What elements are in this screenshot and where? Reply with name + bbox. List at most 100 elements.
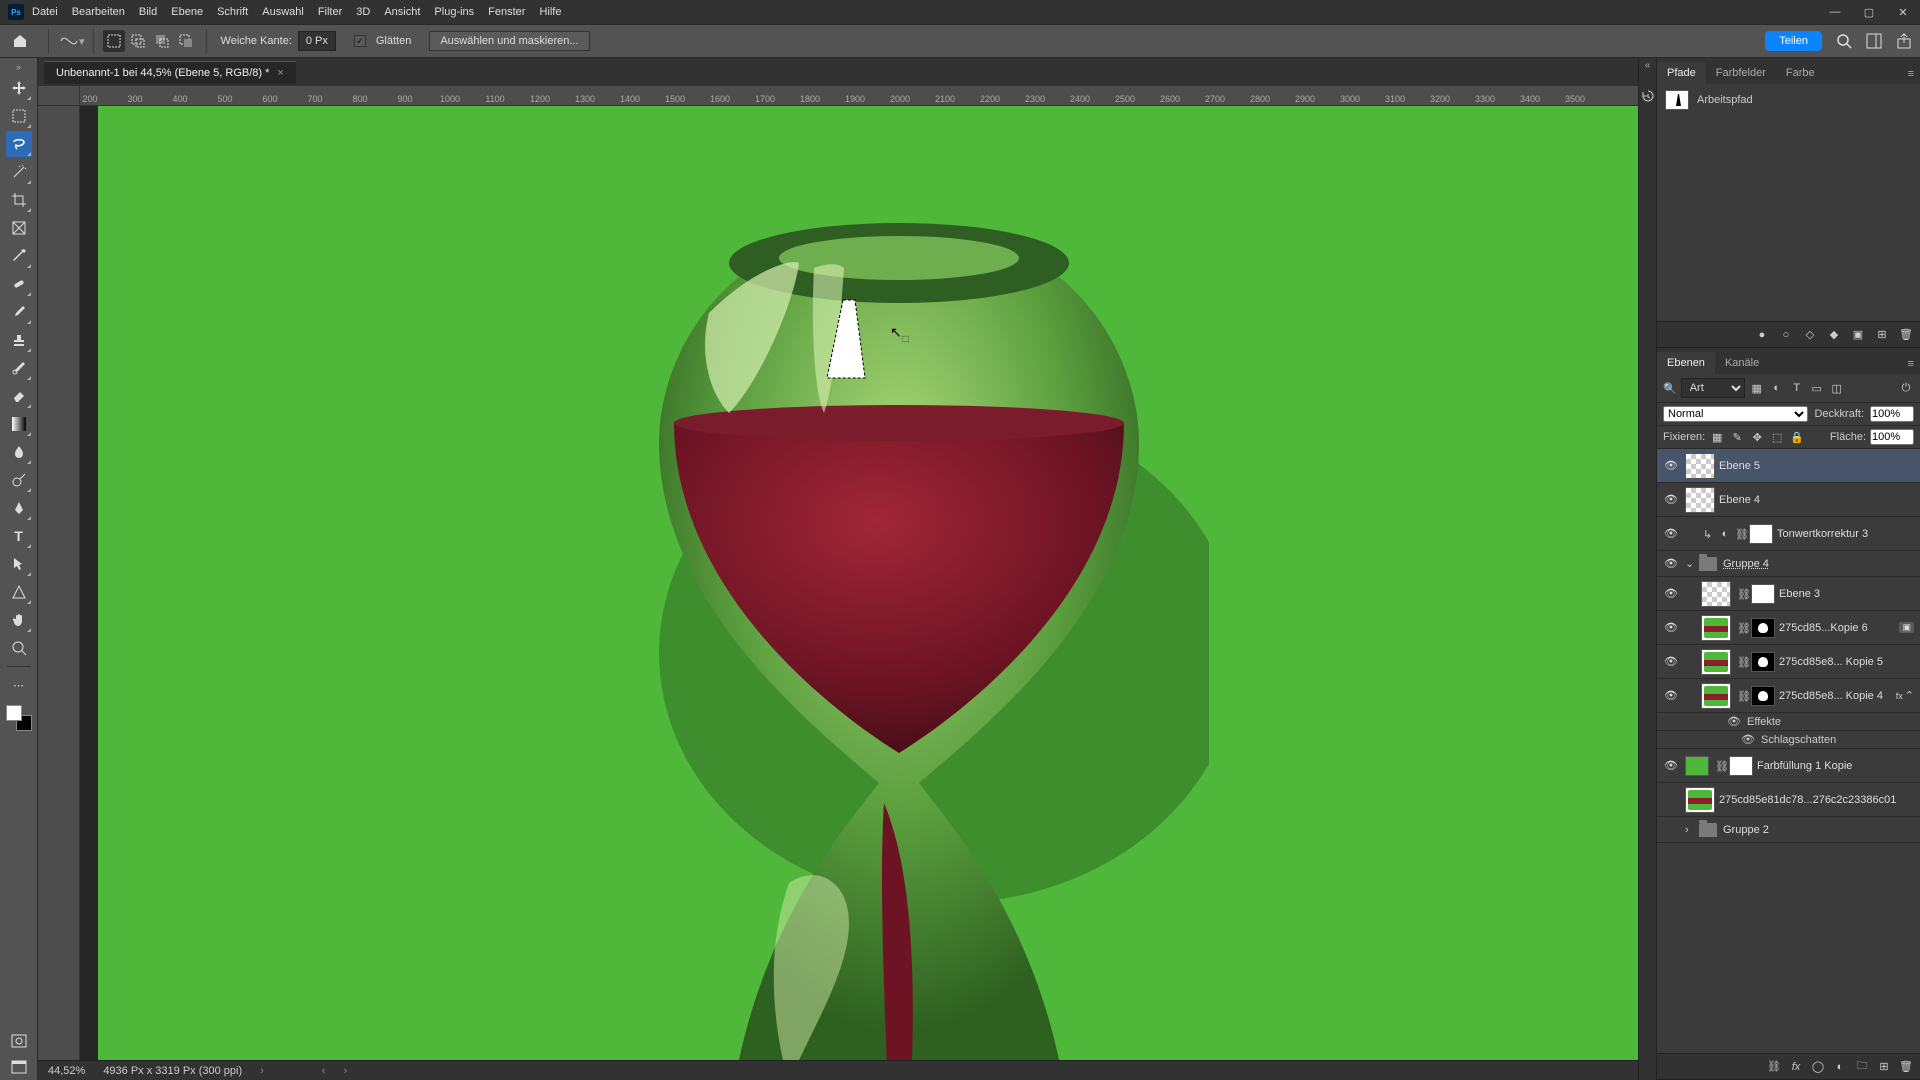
layer-mask-thumbnail[interactable] [1751, 686, 1775, 706]
lock-all-icon[interactable]: 🔒 [1789, 429, 1805, 445]
link-icon[interactable]: ⛓ [1737, 588, 1749, 600]
adjustment-icon[interactable]: ◐ [1717, 526, 1733, 542]
layer-mask-thumbnail[interactable] [1751, 652, 1775, 672]
marquee-tool[interactable] [6, 103, 32, 129]
lasso-tool[interactable] [6, 131, 32, 157]
lock-pixels-icon[interactable]: ✎ [1729, 429, 1745, 445]
layer-name[interactable]: Ebene 5 [1719, 460, 1914, 472]
layer-effect-effekte[interactable]: 👁 Effekte [1657, 713, 1920, 731]
blend-mode-dropdown[interactable]: Normal [1663, 406, 1808, 422]
visibility-toggle[interactable]: 👁 [1657, 621, 1685, 634]
layer-kopie4[interactable]: 👁 ⛓ 275cd85e8... Kopie 4 fx ⌃ [1657, 679, 1920, 713]
layer-ebene5[interactable]: 👁 Ebene 5 [1657, 449, 1920, 483]
filter-type-dropdown[interactable]: Art [1681, 378, 1745, 398]
select-and-mask-button[interactable]: Auswählen und maskieren... [429, 31, 589, 51]
new-adjustment-icon[interactable]: ◐ [1832, 1059, 1848, 1075]
layer-name[interactable]: Gruppe 2 [1723, 824, 1914, 836]
layer-name[interactable]: Farbfüllung 1 Kopie [1757, 760, 1914, 772]
add-mask-icon[interactable]: ▣ [1850, 327, 1866, 343]
layer-gruppe2[interactable]: › Gruppe 2 [1657, 817, 1920, 843]
scroll-right-icon[interactable]: › [343, 1065, 347, 1077]
dropdown-arrow-icon[interactable]: ▾ [79, 35, 85, 48]
document-tab[interactable]: Unbenannt-1 bei 44,5% (Ebene 5, RGB/8) *… [44, 61, 296, 84]
menu-ansicht[interactable]: Ansicht [384, 6, 420, 18]
ruler-origin[interactable] [38, 86, 80, 106]
layer-thumbnail[interactable] [1701, 615, 1731, 641]
layer-farbfuellung[interactable]: 👁 ⛓ Farbfüllung 1 Kopie [1657, 749, 1920, 783]
close-button[interactable]: ✕ [1894, 6, 1912, 19]
layer-name[interactable]: 275cd85e8... Kopie 4 [1779, 690, 1892, 702]
delete-layer-icon[interactable]: 🗑 [1898, 1059, 1914, 1075]
layer-mask-thumbnail[interactable] [1751, 618, 1775, 638]
layer-tonwert[interactable]: 👁 ↳ ◐ ⛓ Tonwertkorrektur 3 [1657, 517, 1920, 551]
link-layers-icon[interactable]: ⛓ [1766, 1059, 1782, 1075]
dodge-tool[interactable] [6, 467, 32, 493]
new-layer-icon[interactable]: ⊞ [1876, 1059, 1892, 1075]
menu-hilfe[interactable]: Hilfe [539, 6, 561, 18]
layer-thumbnail[interactable] [1685, 453, 1715, 479]
layer-name[interactable]: 275cd85e81dc78...276c2c23386c01 [1719, 794, 1914, 806]
path-thumbnail[interactable] [1665, 90, 1689, 110]
tab-farbe[interactable]: Farbe [1776, 62, 1825, 84]
tab-close-icon[interactable]: × [277, 67, 283, 79]
visibility-toggle[interactable]: 👁 [1657, 459, 1685, 472]
visibility-toggle[interactable]: 👁 [1657, 557, 1685, 570]
tab-farbfelder[interactable]: Farbfelder [1706, 62, 1776, 84]
workspace-icon[interactable] [1866, 33, 1882, 49]
menu-bearbeiten[interactable]: Bearbeiten [72, 6, 125, 18]
frame-tool[interactable] [6, 215, 32, 241]
stroke-path-icon[interactable]: ○ [1778, 327, 1794, 343]
visibility-toggle[interactable]: 👁 [1657, 689, 1685, 702]
selection-intersect-icon[interactable] [175, 30, 197, 52]
link-icon[interactable]: ⛓ [1735, 528, 1747, 540]
layer-name[interactable]: Tonwertkorrektur 3 [1777, 528, 1914, 540]
hand-tool[interactable] [6, 607, 32, 633]
stamp-tool[interactable] [6, 327, 32, 353]
canvas-viewport[interactable]: ↖⬚ [80, 106, 1638, 1060]
filter-shape-icon[interactable]: ▭ [1809, 380, 1825, 396]
layer-ebene3[interactable]: 👁 ⛓ Ebene 3 [1657, 577, 1920, 611]
layer-name[interactable]: 275cd85e8... Kopie 5 [1779, 656, 1914, 668]
blur-tool[interactable] [6, 439, 32, 465]
group-toggle-icon[interactable]: ⌄ [1685, 557, 1695, 570]
menu-schrift[interactable]: Schrift [217, 6, 248, 18]
group-toggle-icon[interactable]: › [1685, 824, 1695, 836]
layer-thumbnail[interactable] [1701, 683, 1731, 709]
zoom-readout[interactable]: 44,52% [48, 1065, 85, 1077]
fx-badge[interactable]: fx [1896, 691, 1903, 701]
layer-name[interactable]: Gruppe 4 [1723, 558, 1914, 570]
ruler-horizontal[interactable]: 2003004005006007008009001000110012001300… [80, 86, 1638, 106]
export-icon[interactable] [1896, 33, 1912, 49]
tool-preset-icon[interactable] [58, 30, 80, 52]
layer-name[interactable]: Ebene 3 [1779, 588, 1914, 600]
color-swatches[interactable] [6, 705, 32, 731]
pen-tool[interactable] [6, 495, 32, 521]
selection-to-path-icon[interactable]: ◆ [1826, 327, 1842, 343]
shape-tool[interactable] [6, 579, 32, 605]
filter-toggle-icon[interactable]: ⏻ [1898, 380, 1914, 396]
layer-style-icon[interactable]: fx [1788, 1059, 1804, 1075]
menu-datei[interactable]: Datei [32, 6, 58, 18]
layer-thumbnail[interactable] [1701, 649, 1731, 675]
layer-thumbnail[interactable] [1685, 787, 1715, 813]
gradient-tool[interactable] [6, 411, 32, 437]
eyedropper-tool[interactable] [6, 243, 32, 269]
path-item[interactable]: Arbeitspfad [1661, 88, 1916, 112]
menu-3d[interactable]: 3D [356, 6, 370, 18]
delete-path-icon[interactable]: 🗑 [1898, 327, 1914, 343]
visibility-toggle[interactable]: 👁 [1657, 655, 1685, 668]
layer-effect-schlagschatten[interactable]: 👁 Schlagschatten [1657, 731, 1920, 749]
layer-name[interactable]: Ebene 4 [1719, 494, 1914, 506]
path-to-selection-icon[interactable]: ◇ [1802, 327, 1818, 343]
layer-thumbnail[interactable] [1701, 581, 1731, 607]
effect-visibility-toggle[interactable]: 👁 [1741, 733, 1755, 746]
visibility-toggle[interactable]: 👁 [1657, 527, 1685, 540]
history-brush-tool[interactable] [6, 355, 32, 381]
share-button[interactable]: Teilen [1765, 31, 1822, 51]
new-group-icon[interactable]: 🗀 [1854, 1059, 1870, 1075]
selection-new-icon[interactable] [103, 30, 125, 52]
filter-type-icon[interactable]: T [1789, 380, 1805, 396]
filter-pixel-icon[interactable]: ▦ [1749, 380, 1765, 396]
history-panel-icon[interactable] [1641, 89, 1655, 103]
fx-toggle-icon[interactable]: ⌃ [1905, 689, 1914, 702]
